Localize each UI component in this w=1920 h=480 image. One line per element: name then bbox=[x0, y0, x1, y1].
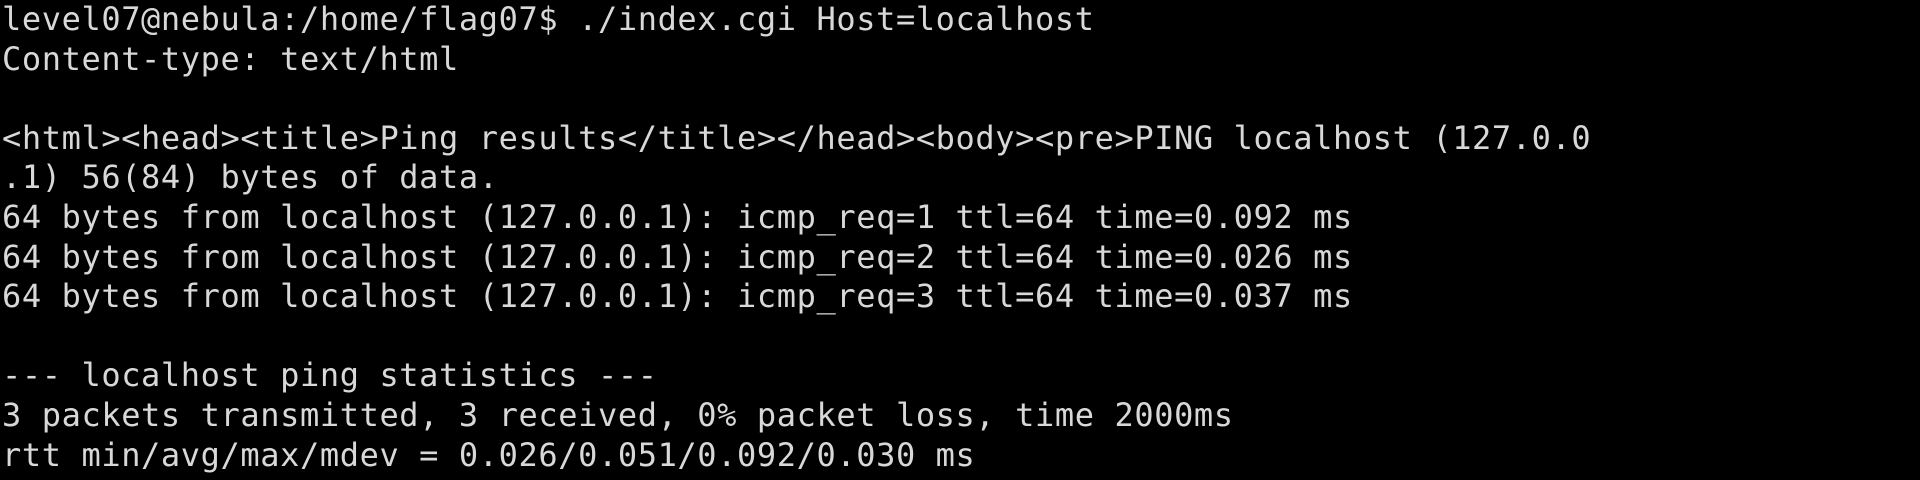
terminal-line-ping-header-wrap: .1) 56(84) bytes of data. bbox=[2, 158, 499, 197]
terminal-line-ping-reply-3: 64 bytes from localhost (127.0.0.1): icm… bbox=[2, 277, 1353, 316]
terminal-line-rtt-summary: rtt min/avg/max/mdev = 0.026/0.051/0.092… bbox=[2, 435, 976, 474]
terminal-line-html-output: <html><head><title>Ping results</title><… bbox=[2, 118, 1592, 157]
terminal-line-ping-reply-1: 64 bytes from localhost (127.0.0.1): icm… bbox=[2, 197, 1353, 236]
terminal-line-packet-summary: 3 packets transmitted, 3 received, 0% pa… bbox=[2, 395, 1234, 434]
terminal-line-stats-header: --- localhost ping statistics --- bbox=[2, 356, 658, 395]
terminal-window[interactable]: level07@nebula:/home/flag07$ ./index.cgi… bbox=[0, 0, 1920, 480]
terminal-line-command: level07@nebula:/home/flag07$ ./index.cgi… bbox=[2, 0, 1095, 38]
terminal-line-content-type: Content-type: text/html bbox=[2, 39, 459, 78]
terminal-line-ping-reply-2: 64 bytes from localhost (127.0.0.1): icm… bbox=[2, 237, 1353, 276]
